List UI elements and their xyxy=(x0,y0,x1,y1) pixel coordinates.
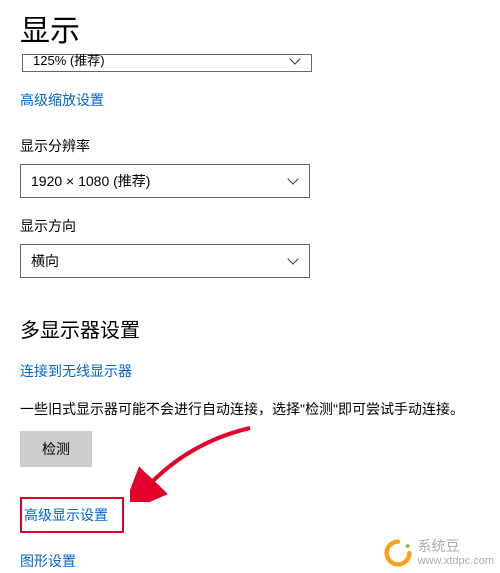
orientation-value: 横向 xyxy=(31,251,59,271)
chevron-down-icon xyxy=(287,175,299,187)
detect-button[interactable]: 检测 xyxy=(20,431,92,467)
orientation-dropdown[interactable]: 横向 xyxy=(20,244,310,278)
resolution-value: 1920 × 1080 (推荐) xyxy=(31,171,150,191)
resolution-label: 显示分辨率 xyxy=(20,136,480,156)
page-title: 显示 xyxy=(20,6,480,50)
chevron-down-icon xyxy=(287,255,299,267)
advanced-scaling-link[interactable]: 高级缩放设置 xyxy=(20,90,104,110)
resolution-dropdown[interactable]: 1920 × 1080 (推荐) xyxy=(20,164,310,198)
multi-display-info: 一些旧式显示器可能不会进行自动连接，选择"检测"即可尝试手动连接。 xyxy=(20,399,480,419)
watermark-logo-icon xyxy=(384,539,412,567)
highlight-annotation: 高级显示设置 xyxy=(20,497,124,533)
orientation-label: 显示方向 xyxy=(20,216,480,236)
watermark-brand: 系统豆 xyxy=(418,539,494,554)
chevron-down-icon xyxy=(289,55,301,67)
advanced-display-link[interactable]: 高级显示设置 xyxy=(24,505,108,525)
scale-value: 125% (推荐) xyxy=(33,55,105,67)
scale-dropdown[interactable]: 125% (推荐) xyxy=(22,54,312,72)
watermark-url: www.xtdpc.com xyxy=(418,555,494,567)
watermark: 系统豆 www.xtdpc.com xyxy=(384,539,494,567)
graphics-settings-link[interactable]: 图形设置 xyxy=(20,551,76,571)
connect-wireless-link[interactable]: 连接到无线显示器 xyxy=(20,361,132,381)
multi-display-title: 多显示器设置 xyxy=(20,314,480,343)
